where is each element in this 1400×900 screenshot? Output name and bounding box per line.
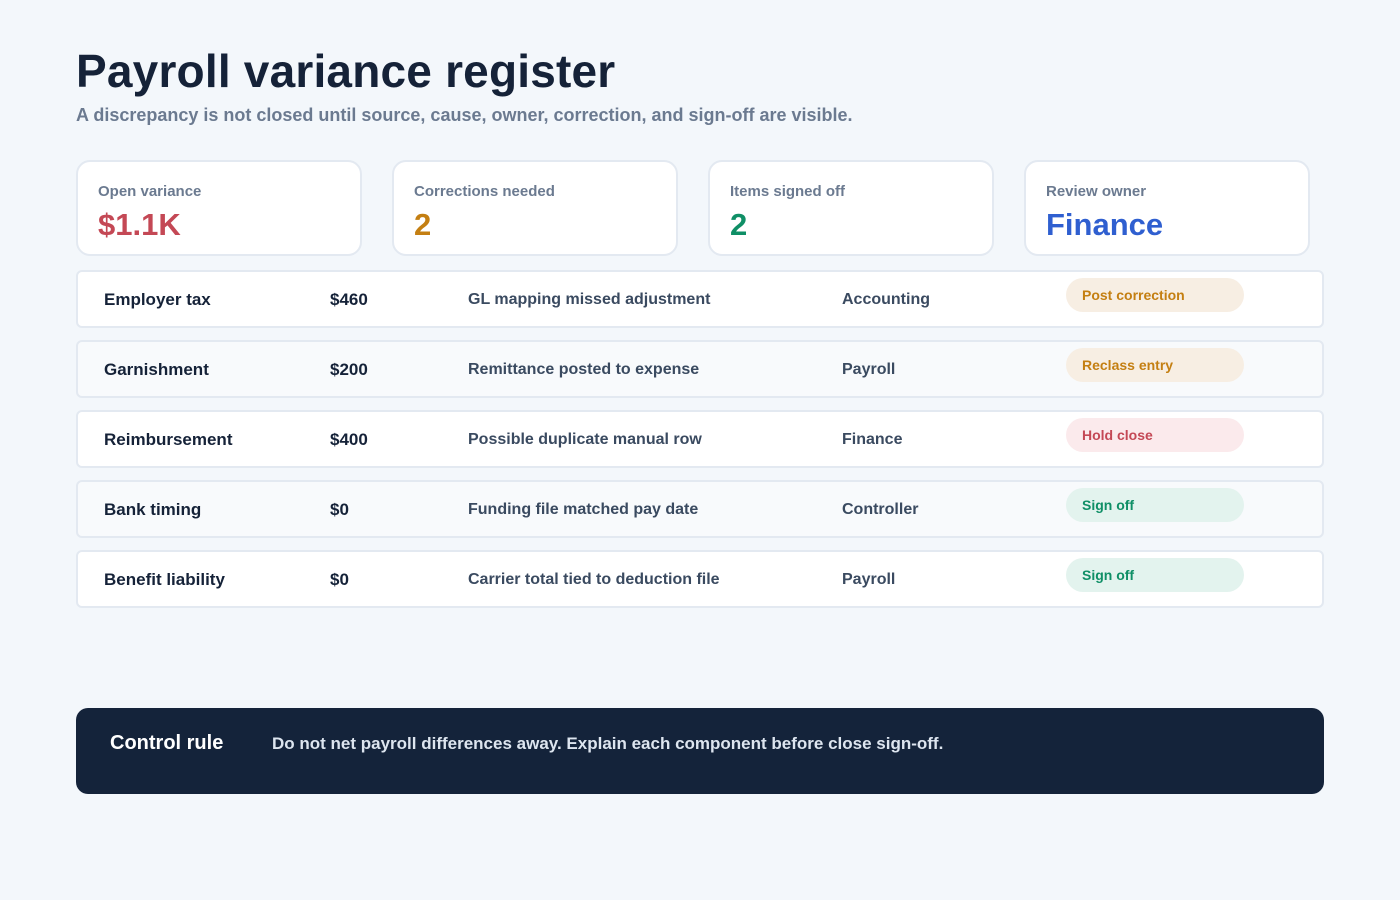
stat-label: Open variance <box>98 183 202 200</box>
control-rule-text: Do not net payroll differences away. Exp… <box>272 734 944 753</box>
row-amount: $0 <box>330 500 349 519</box>
action-pill-hold-close[interactable]: Hold close <box>1066 418 1244 452</box>
action-pill-post-correction[interactable]: Post correction <box>1066 278 1244 312</box>
row-amount: $460 <box>330 290 368 309</box>
table-row[interactable]: Reimbursement $400 Possible duplicate ma… <box>76 410 1324 468</box>
row-cause: Carrier total tied to deduction file <box>468 571 720 588</box>
row-owner: Payroll <box>842 361 896 378</box>
row-owner: Accounting <box>842 291 930 308</box>
row-category: Garnishment <box>104 360 209 379</box>
row-amount: $0 <box>330 570 349 589</box>
row-amount: $400 <box>330 430 368 449</box>
stat-card-open-variance: Open variance $1.1K <box>76 160 362 256</box>
table-row[interactable]: Bank timing $0 Funding file matched pay … <box>76 480 1324 538</box>
stat-card-corrections-needed: Corrections needed 2 <box>392 160 678 256</box>
page-subtitle: A discrepancy is not closed until source… <box>76 105 853 125</box>
row-owner: Controller <box>842 501 919 518</box>
stat-value: 2 <box>414 207 432 242</box>
row-cause: Remittance posted to expense <box>468 361 700 378</box>
stat-label: Corrections needed <box>414 183 555 200</box>
row-cause: GL mapping missed adjustment <box>468 291 711 308</box>
action-pill-sign-off[interactable]: Sign off <box>1066 488 1244 522</box>
stat-value: 2 <box>730 207 748 242</box>
row-category: Employer tax <box>104 290 211 309</box>
control-rule-title: Control rule <box>110 732 224 754</box>
stat-card-items-signed-off: Items signed off 2 <box>708 160 994 256</box>
action-pill-reclass-entry[interactable]: Reclass entry <box>1066 348 1244 382</box>
stat-label: Items signed off <box>730 183 846 200</box>
stat-value: Finance <box>1046 207 1164 242</box>
table-row[interactable]: Benefit liability $0 Carrier total tied … <box>76 550 1324 608</box>
action-pill-sign-off[interactable]: Sign off <box>1066 558 1244 592</box>
stat-card-review-owner: Review owner Finance <box>1024 160 1310 256</box>
row-category: Reimbursement <box>104 430 233 449</box>
row-cause: Funding file matched pay date <box>468 501 699 518</box>
row-cause: Possible duplicate manual row <box>468 431 702 448</box>
table-row[interactable]: Garnishment $200 Remittance posted to ex… <box>76 340 1324 398</box>
page-title: Payroll variance register <box>76 45 616 97</box>
table-row[interactable]: Employer tax $460 GL mapping missed adju… <box>76 270 1324 328</box>
row-category: Bank timing <box>104 500 202 519</box>
control-rule-panel: Control rule Do not net payroll differen… <box>76 708 1324 794</box>
row-amount: $200 <box>330 360 368 379</box>
row-owner: Payroll <box>842 571 896 588</box>
row-category: Benefit liability <box>104 570 225 589</box>
row-owner: Finance <box>842 431 903 448</box>
stat-label: Review owner <box>1046 183 1147 200</box>
stat-value: $1.1K <box>98 207 181 242</box>
